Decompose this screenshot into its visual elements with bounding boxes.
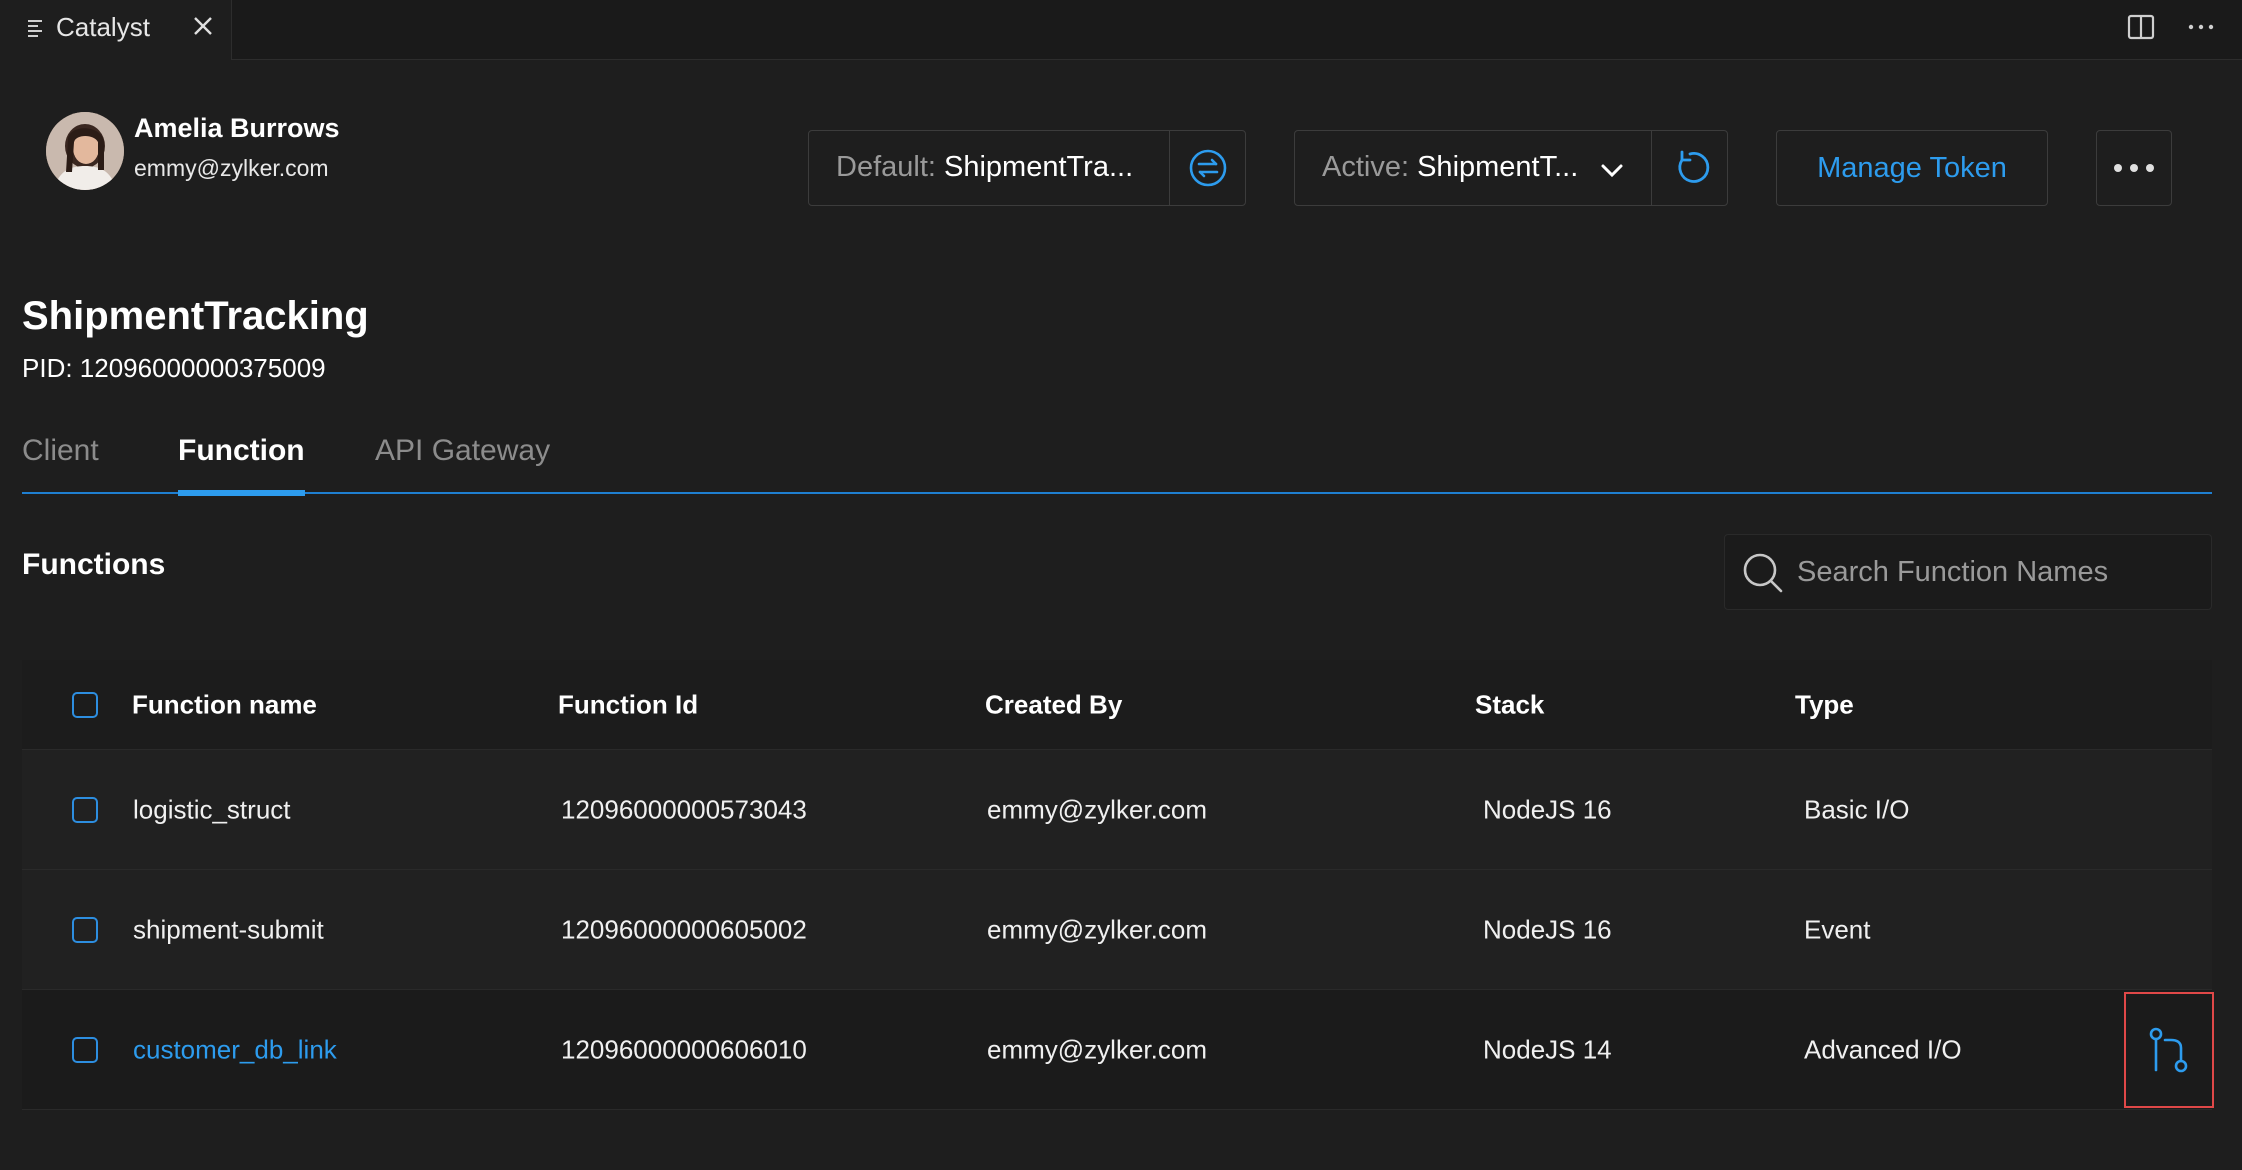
- search-box: [1724, 534, 2212, 610]
- table-header: Function name Function Id Created By Sta…: [22, 660, 2212, 750]
- table-row[interactable]: customer_db_link 12096000000606010 emmy@…: [22, 990, 2212, 1110]
- default-value: ShipmentTra...: [944, 151, 1134, 183]
- editor-tab-title: Catalyst: [56, 12, 150, 42]
- tab-function[interactable]: Function: [178, 434, 305, 496]
- row-action-button[interactable]: [2124, 992, 2214, 1108]
- created-by: emmy@zylker.com: [987, 794, 1207, 824]
- function-name[interactable]: shipment-submit: [133, 914, 324, 945]
- default-project-selector: Default: ShipmentTra...: [808, 130, 1246, 206]
- active-key: Active:: [1322, 151, 1410, 183]
- row-checkbox[interactable]: [72, 796, 98, 823]
- header-created-by[interactable]: Created By: [985, 689, 1122, 720]
- project-pid: PID: 12096000000375009: [22, 353, 326, 383]
- manage-token-button[interactable]: Manage Token: [1776, 130, 2048, 206]
- function-id: 12096000000606010: [561, 1034, 807, 1064]
- tab-api-gateway[interactable]: API Gateway: [375, 434, 550, 468]
- functions-table: Function name Function Id Created By Sta…: [22, 660, 2212, 1110]
- select-all-checkbox[interactable]: [72, 691, 98, 718]
- switch-icon: [1189, 149, 1227, 187]
- switch-default-button[interactable]: [1170, 131, 1246, 205]
- row-checkbox[interactable]: [72, 916, 98, 943]
- stack: NodeJS 16: [1483, 794, 1612, 824]
- close-icon[interactable]: [190, 13, 216, 44]
- table-row[interactable]: shipment-submit 12096000000605002 emmy@z…: [22, 870, 2212, 990]
- type: Advanced I/O: [1804, 1034, 1962, 1064]
- editor-tab-bar: Catalyst: [0, 0, 2242, 60]
- active-project-dropdown[interactable]: Active: ShipmentT...: [1322, 151, 1578, 184]
- default-project-label: Default: ShipmentTra...: [836, 151, 1133, 184]
- chevron-down-icon[interactable]: [1597, 155, 1627, 190]
- stack: NodeJS 14: [1483, 1034, 1612, 1064]
- more-icon: [2114, 164, 2154, 172]
- active-project-selector: Active: ShipmentT...: [1294, 130, 1728, 206]
- user-name: Amelia Burrows: [134, 113, 340, 143]
- row-checkbox[interactable]: [72, 1036, 98, 1063]
- refresh-icon: [1678, 150, 1710, 183]
- catalyst-panel: Catalyst Amelia Burrows emmy@zylker.com: [0, 0, 2242, 1170]
- function-id: 12096000000573043: [561, 794, 807, 824]
- active-value: ShipmentT...: [1417, 151, 1579, 183]
- tab-client[interactable]: Client: [22, 434, 99, 468]
- tab-bar-actions: [2126, 12, 2216, 47]
- default-key: Default:: [836, 151, 936, 183]
- header-type[interactable]: Type: [1795, 689, 1854, 720]
- function-id: 12096000000605002: [561, 914, 807, 944]
- header-function-name[interactable]: Function name: [132, 689, 317, 720]
- created-by: emmy@zylker.com: [987, 914, 1207, 944]
- created-by: emmy@zylker.com: [987, 1034, 1207, 1064]
- split-editor-icon[interactable]: [2126, 12, 2156, 47]
- type: Basic I/O: [1804, 794, 1910, 824]
- function-name-link[interactable]: customer_db_link: [133, 1034, 337, 1065]
- avatar: [46, 112, 124, 190]
- table-row[interactable]: logistic_struct 12096000000573043 emmy@z…: [22, 750, 2212, 870]
- editor-tab-catalyst[interactable]: Catalyst: [0, 0, 232, 60]
- tab-strip: Client Function API Gateway: [22, 428, 2212, 496]
- more-button[interactable]: [2096, 130, 2172, 206]
- type: Event: [1804, 914, 1871, 944]
- header-function-id[interactable]: Function Id: [558, 689, 698, 720]
- section-title: Functions: [22, 548, 166, 581]
- stack: NodeJS 16: [1483, 914, 1612, 944]
- list-icon: [26, 16, 48, 43]
- search-input[interactable]: [1797, 551, 2197, 593]
- project-title: ShipmentTracking: [22, 294, 369, 338]
- search-icon: [1741, 551, 1785, 600]
- git-compare-icon: [2149, 1027, 2188, 1073]
- header-stack[interactable]: Stack: [1475, 689, 1544, 720]
- ellipsis-icon[interactable]: [2186, 12, 2216, 47]
- function-name[interactable]: logistic_struct: [133, 794, 291, 825]
- refresh-button[interactable]: [1652, 131, 1728, 205]
- user-email: emmy@zylker.com: [134, 155, 329, 181]
